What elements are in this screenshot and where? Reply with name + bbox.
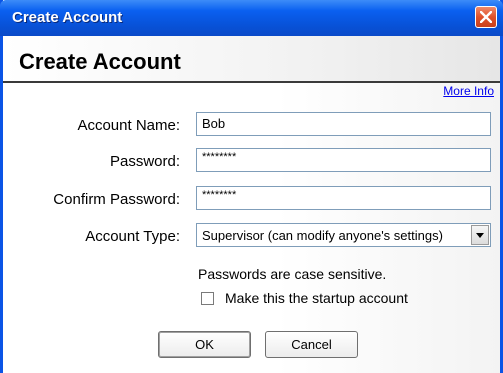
password-note: Passwords are case sensitive. bbox=[198, 266, 387, 282]
account-name-label: Account Name: bbox=[77, 117, 180, 134]
title-bar[interactable]: Create Account bbox=[0, 0, 503, 36]
account-type-selected-value: Supervisor (can modify anyone's settings… bbox=[202, 228, 443, 243]
password-input[interactable]: ******** bbox=[196, 148, 491, 172]
confirm-password-label: Confirm Password: bbox=[53, 191, 180, 208]
close-icon bbox=[480, 11, 492, 23]
page-title: Create Account bbox=[19, 49, 181, 74]
cancel-button[interactable]: Cancel bbox=[265, 331, 358, 358]
ok-button[interactable]: OK bbox=[158, 331, 251, 358]
chevron-down-icon bbox=[476, 233, 484, 238]
window-title: Create Account bbox=[12, 9, 123, 26]
close-button[interactable] bbox=[475, 6, 497, 28]
header-panel: Create Account bbox=[3, 36, 500, 81]
startup-account-label[interactable]: Make this the startup account bbox=[225, 290, 408, 306]
more-info-link[interactable]: More Info bbox=[443, 84, 494, 98]
account-name-input[interactable]: Bob bbox=[196, 112, 491, 136]
create-account-dialog: Create Account Create Account More Info … bbox=[0, 0, 503, 373]
password-label: Password: bbox=[109, 153, 180, 170]
dropdown-button[interactable] bbox=[471, 225, 489, 245]
confirm-password-input[interactable]: ******** bbox=[196, 186, 491, 210]
account-type-select[interactable]: Supervisor (can modify anyone's settings… bbox=[196, 223, 491, 247]
startup-account-checkbox[interactable] bbox=[201, 292, 214, 305]
account-type-label: Account Type: bbox=[85, 228, 180, 245]
